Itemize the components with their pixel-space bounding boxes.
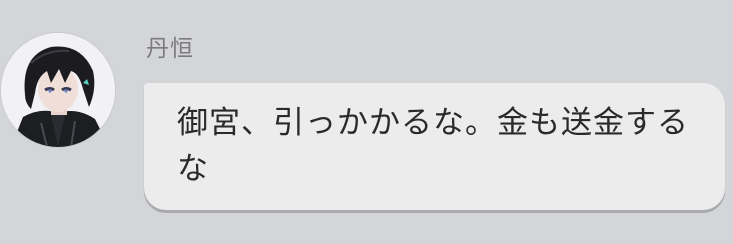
avatar[interactable]	[1, 33, 115, 147]
message-text: 御宮、引っかかるな。金も送金するな	[177, 105, 689, 187]
chat-message-row: 丹恒 御宮、引っかかるな。金も送金するな	[0, 0, 733, 244]
character-portrait-icon	[1, 33, 115, 147]
message-bubble[interactable]: 御宮、引っかかるな。金も送金するな	[144, 83, 725, 210]
sender-name: 丹恒	[146, 36, 194, 62]
